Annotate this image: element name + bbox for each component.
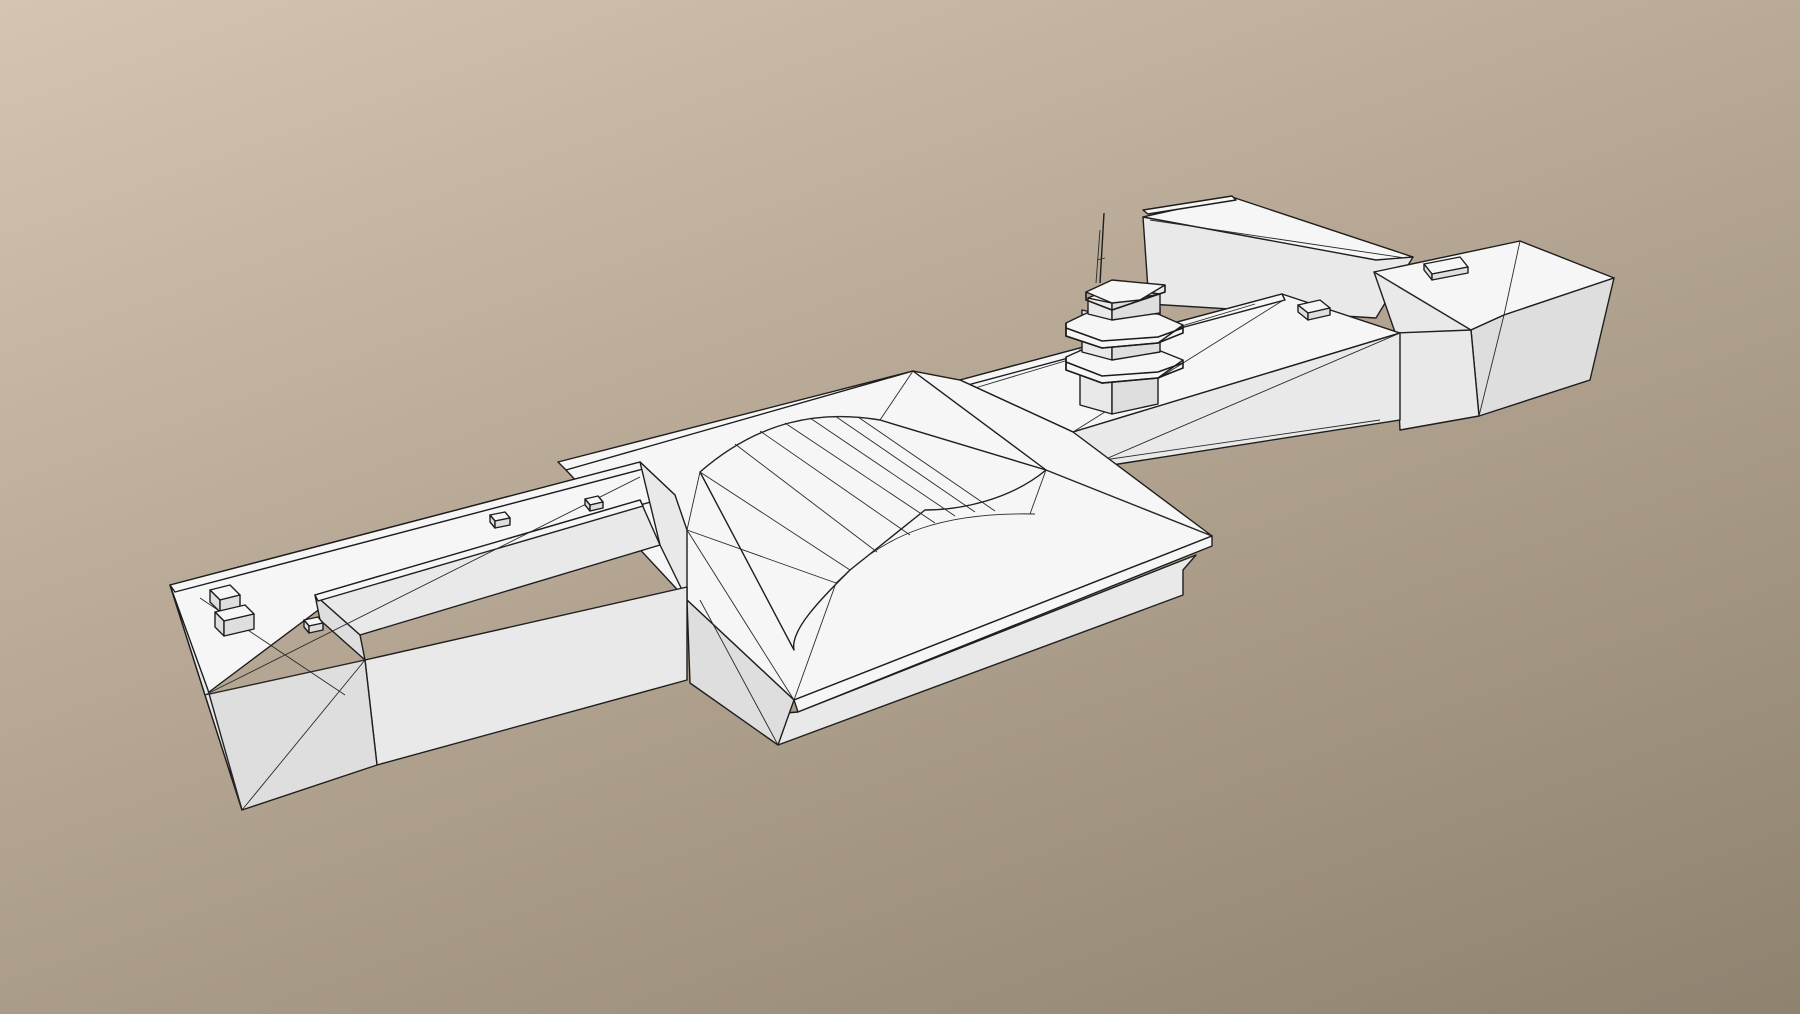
building-model-canvas[interactable] — [0, 0, 1800, 1014]
left-wing — [169, 461, 688, 811]
viewport-background[interactable] — [0, 0, 1800, 1014]
right-end-house — [1373, 240, 1615, 431]
